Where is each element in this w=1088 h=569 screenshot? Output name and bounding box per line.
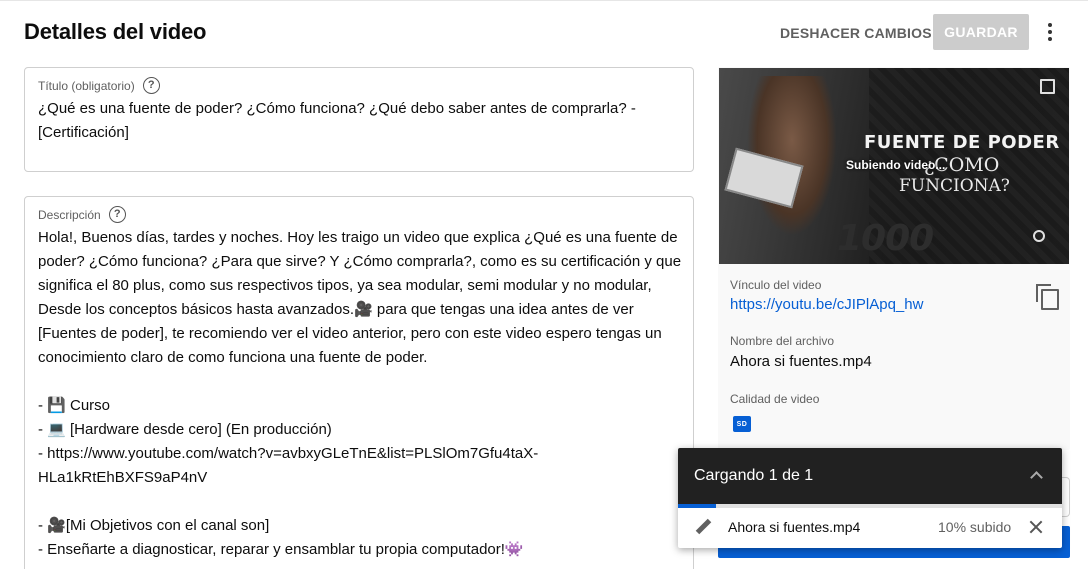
copy-icon[interactable] [1036, 284, 1059, 310]
power-icon [1033, 230, 1045, 242]
description-line: - 💻 [Hardware desde cero] (En producción… [38, 421, 332, 438]
upload-progress-fill [678, 504, 717, 508]
description-line: - 🎥[Mi Objetivos con el canal son] [38, 517, 270, 534]
sd-quality-badge: SD [733, 416, 751, 432]
filename-label: Nombre del archivo [730, 334, 835, 348]
description-line: - 💾 Curso [38, 397, 111, 414]
description-field-label-row: Descripción ? [38, 206, 126, 223]
top-divider [0, 0, 1088, 1]
description-line: Desde los conceptos básicos hasta avanza… [38, 301, 634, 318]
video-thumbnail[interactable]: FUENTE DE PODER ¿COMO FUNCIONA? 1000 Sub… [719, 68, 1069, 264]
undo-changes-button[interactable]: DESHACER CAMBIOS [770, 16, 942, 50]
description-line: poder? ¿Cómo funciona? ¿Para que sirve? … [38, 253, 682, 270]
title-field[interactable]: Título (obligatorio) ? ¿Qué es una fuent… [24, 67, 694, 172]
description-input[interactable]: Hola!, Buenos días, tardes y noches. Hoy… [38, 226, 682, 562]
description-line [38, 370, 678, 394]
thumbnail-brand-text: 1000 [837, 218, 934, 259]
description-line: HLa1kRtEhBXFS9aP4nV [38, 469, 208, 486]
chevron-up-icon[interactable] [1030, 470, 1042, 482]
save-button[interactable]: GUARDAR [933, 14, 1029, 50]
title-field-label: Título (obligatorio) [38, 78, 135, 93]
video-link-label: Vínculo del video [730, 278, 822, 292]
thumbnail-subline-2: FUNCIONA? [899, 176, 1010, 196]
description-line: - https://www.youtube.com/watch?v=avbxyG… [38, 445, 539, 462]
quality-label: Calidad de video [730, 392, 820, 406]
upload-dialog-title: Cargando 1 de 1 [694, 467, 814, 484]
upload-progress-bar [678, 504, 1062, 508]
description-line: - Enseñarte a diagnosticar, reparar y en… [38, 541, 524, 558]
description-line: [Fuentes de poder], te recomiendo ver el… [38, 325, 662, 342]
side-dropdown-edge[interactable] [1062, 477, 1070, 517]
title-input[interactable]: ¿Qué es una fuente de poder? ¿Cómo funci… [38, 97, 638, 145]
help-icon[interactable]: ? [108, 206, 126, 223]
chat-icon [1040, 79, 1055, 94]
upload-status-text: 10% subido [938, 519, 1012, 535]
upload-progress-dialog: Cargando 1 de 1 Ahora si fuentes.mp4 10%… [678, 448, 1062, 548]
page-title: Detalles del video [24, 19, 207, 44]
thumbnail-headline: FUENTE DE PODER [864, 132, 1060, 153]
upload-file-name: Ahora si fuentes.mp4 [728, 519, 861, 535]
description-line: significa el 80 plus, como sus respectiv… [38, 277, 652, 294]
description-line: Hola!, Buenos días, tardes y noches. Hoy… [38, 229, 678, 246]
help-icon[interactable]: ? [142, 77, 160, 94]
video-link[interactable]: https://youtu.be/cJIPlApq_hw [730, 296, 923, 313]
upload-dialog-header: Cargando 1 de 1 [678, 448, 1062, 504]
description-line: conocimiento claro de como funciona una … [38, 349, 428, 366]
title-field-label-row: Título (obligatorio) ? [38, 77, 160, 94]
filename-value: Ahora si fuentes.mp4 [730, 353, 872, 370]
more-vert-icon[interactable] [1038, 20, 1062, 44]
close-icon[interactable] [1028, 519, 1044, 535]
description-field-label: Descripción [38, 207, 101, 222]
description-field[interactable]: Descripción ? Hola!, Buenos días, tardes… [24, 196, 694, 569]
pencil-icon[interactable] [695, 519, 711, 535]
upload-status-overlay: Subiendo video... [846, 158, 946, 172]
description-line [38, 490, 678, 514]
